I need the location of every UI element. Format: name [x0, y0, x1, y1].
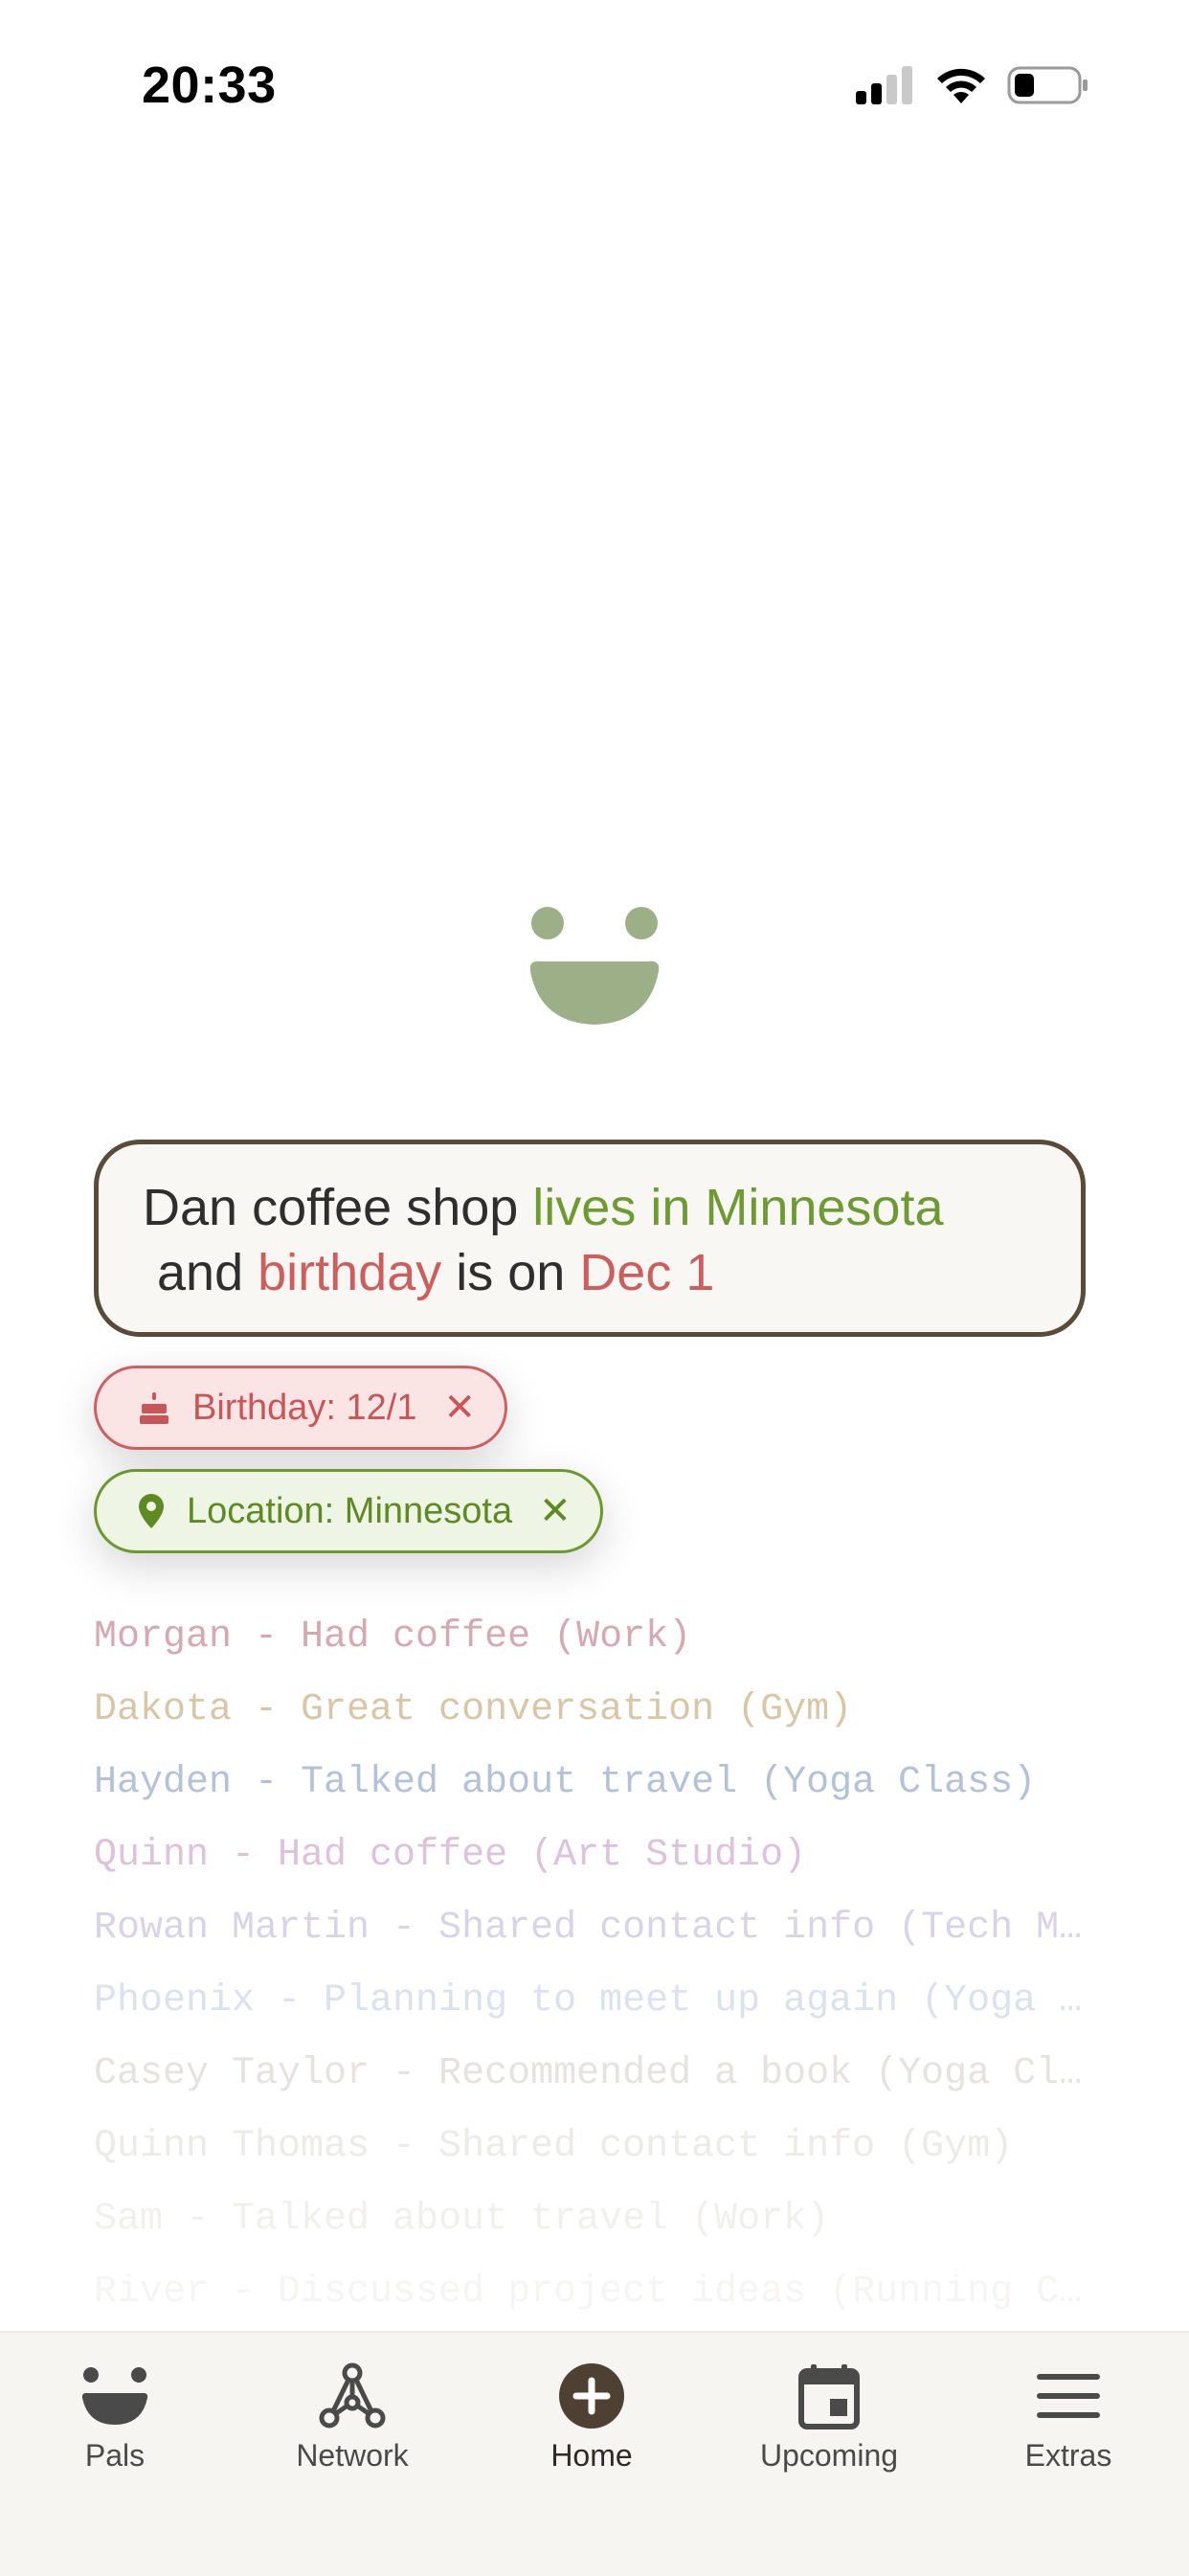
- feed-item[interactable]: Quinn Thomas - Shared contact info (Gym): [94, 2111, 1093, 2183]
- calendar-icon: [798, 2364, 860, 2429]
- feed-item[interactable]: Casey Taylor - Recommended a book (Yoga …: [94, 2038, 1093, 2111]
- network-icon: [319, 2362, 386, 2429]
- nav-pals[interactable]: Pals: [19, 2358, 211, 2474]
- nav-label: Home: [550, 2438, 633, 2473]
- nav-network[interactable]: Network: [257, 2358, 448, 2474]
- feed-item[interactable]: Dakota - Great conversation (Gym): [94, 1674, 1093, 1747]
- note-text-location: lives in Minnesota: [532, 1179, 944, 1236]
- feed-item[interactable]: Morgan - Had coffee (Work): [94, 1601, 1093, 1674]
- nav-label: Pals: [84, 2438, 146, 2473]
- signal-icon: [856, 66, 912, 104]
- birthday-chip[interactable]: Birthday: 12/1 ✕: [94, 1366, 507, 1450]
- nav-extras[interactable]: Extras: [973, 2358, 1164, 2474]
- location-chip[interactable]: Location: Minnesota ✕: [94, 1469, 603, 1553]
- note-text-plain: Dan coffee shop: [143, 1179, 533, 1236]
- note-text-plain: and: [143, 1244, 258, 1301]
- plus-circle-icon: [559, 2363, 624, 2429]
- nav-label: Network: [296, 2438, 409, 2473]
- note-text-birthday: birthday: [258, 1244, 442, 1301]
- pin-icon: [139, 1494, 164, 1528]
- feed-item[interactable]: Quinn - Had coffee (Art Studio): [94, 1819, 1093, 1892]
- nav-home[interactable]: Home: [496, 2358, 687, 2474]
- feed-item[interactable]: Hayden - Talked about travel (Yoga Class…: [94, 1747, 1093, 1819]
- nav-upcoming[interactable]: Upcoming: [733, 2358, 925, 2474]
- note-text-plain: is on: [441, 1244, 580, 1301]
- feed-item[interactable]: River - Discussed project ideas (Running…: [94, 2256, 1093, 2329]
- status-icons: [854, 65, 1089, 105]
- nav-label: Extras: [1024, 2438, 1112, 2473]
- nav-label: Upcoming: [759, 2438, 899, 2473]
- menu-icon: [1037, 2374, 1100, 2418]
- wifi-icon: [937, 68, 985, 103]
- smile-icon: [81, 2367, 148, 2425]
- bottom-nav: Pals Network Home Upcoming Extras: [0, 2331, 1189, 2576]
- cake-icon: [140, 1392, 168, 1424]
- feed-item[interactable]: Sam - Talked about travel (Work): [94, 2183, 1093, 2256]
- location-chip-label: Location: Minnesota: [187, 1490, 513, 1531]
- status-time: 20:33: [142, 56, 277, 114]
- battery-icon: [1007, 66, 1088, 104]
- smile-logo-icon: [529, 907, 660, 1025]
- remove-birthday-button[interactable]: ✕: [443, 1389, 476, 1427]
- note-text-date: Dec 1: [579, 1244, 715, 1301]
- feed-item[interactable]: Phoenix - Planning to meet up again (Yog…: [94, 1965, 1093, 2038]
- activity-feed: Morgan - Had coffee (Work) Dakota - Grea…: [94, 1601, 1093, 2329]
- birthday-chip-label: Birthday: 12/1: [192, 1387, 417, 1428]
- note-input[interactable]: Dan coffee shop lives in Minnesota and b…: [94, 1140, 1086, 1337]
- remove-location-button[interactable]: ✕: [539, 1492, 572, 1530]
- feed-item[interactable]: Rowan Martin - Shared contact info (Tech…: [94, 1892, 1093, 1965]
